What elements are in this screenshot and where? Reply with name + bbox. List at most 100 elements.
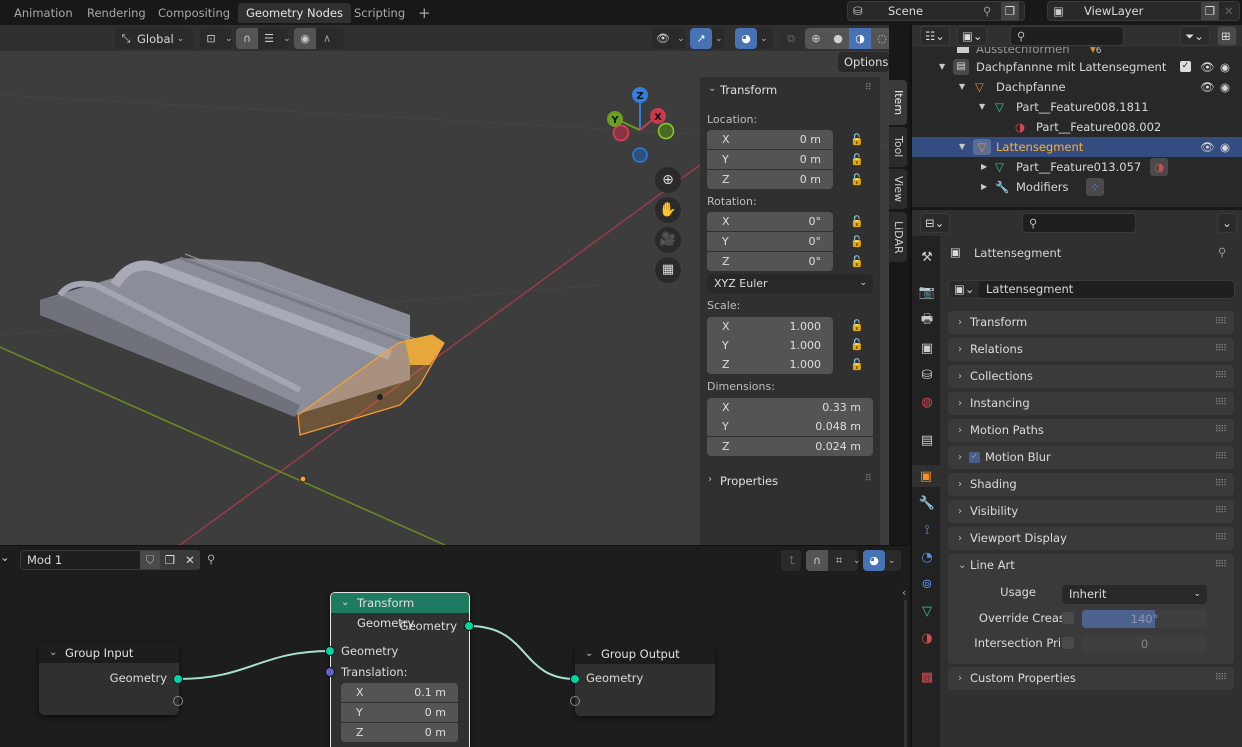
rotation-y-field[interactable]: Y 0° bbox=[707, 232, 833, 251]
panel-instancing[interactable]: › Instancing ⠿⠿ bbox=[948, 392, 1234, 415]
expand-triangle-icon[interactable]: ▶ bbox=[981, 157, 987, 177]
panel-motion-blur[interactable]: › ✓ Motion Blur ⠿⠿ bbox=[948, 446, 1234, 469]
drag-handle-icon[interactable]: ⠿⠿ bbox=[1215, 554, 1227, 577]
panel-custom-properties[interactable]: › Custom Properties ⠿⠿ bbox=[948, 667, 1234, 690]
drag-handle-icon[interactable]: ⠿⠿ bbox=[1215, 446, 1227, 469]
pin-icon[interactable]: ⚲ bbox=[1218, 245, 1226, 259]
camera-render-icon[interactable]: ◉ bbox=[1220, 57, 1230, 77]
node-header[interactable]: ⌄ Group Input bbox=[39, 643, 179, 663]
properties-panel-title[interactable]: Properties bbox=[720, 474, 778, 488]
camera-icon[interactable]: 🎥 bbox=[655, 227, 681, 253]
tab-scripting[interactable]: Scripting bbox=[346, 3, 413, 23]
drag-handle-icon[interactable]: ⠿⠿ bbox=[1215, 338, 1227, 361]
expand-triangle-icon[interactable]: ▼ bbox=[979, 97, 985, 117]
options-dropdown[interactable]: ⌄ bbox=[1217, 213, 1237, 233]
data-tab-icon[interactable]: ▽ bbox=[916, 600, 938, 622]
drag-handle-icon[interactable]: ⠿⠿ bbox=[1215, 419, 1227, 442]
node-group-input[interactable]: ⌄ Group Input Geometry bbox=[39, 643, 183, 715]
motion-blur-checkbox[interactable]: ✓ bbox=[969, 452, 980, 463]
pivot-point-dropdown[interactable]: ⊡ ⌄ bbox=[200, 28, 233, 49]
new-viewlayer-icon[interactable]: ❐ bbox=[1201, 2, 1219, 20]
drag-handle-icon[interactable]: ⠿⠿ bbox=[1215, 392, 1227, 415]
expand-triangle-icon[interactable]: ▼ bbox=[939, 57, 945, 77]
filter-dropdown[interactable]: ⏷⌄ bbox=[1180, 26, 1210, 46]
scene-selector[interactable]: ⛁ Scene ⚲ ❐ bbox=[847, 1, 1025, 21]
object-data-browse-icon[interactable]: ▣⌄ bbox=[949, 281, 979, 298]
area-divider[interactable] bbox=[0, 545, 910, 546]
falloff-icon[interactable]: ∧ bbox=[316, 28, 338, 49]
drag-handle-icon[interactable]: ⠿ bbox=[865, 474, 872, 484]
drag-handle-icon[interactable]: ⠿⠿ bbox=[1215, 311, 1227, 334]
translation-input-socket[interactable] bbox=[325, 667, 335, 677]
object-tab-icon[interactable]: ▣ bbox=[912, 465, 940, 487]
eye-icon[interactable]: 👁 bbox=[1200, 137, 1215, 157]
lock-icon[interactable]: 🔓 bbox=[850, 319, 864, 332]
drag-handle-icon[interactable]: ⠿⠿ bbox=[1215, 667, 1227, 690]
scale-z-field[interactable]: Z 1.000 bbox=[707, 355, 833, 374]
options-button[interactable]: Options bbox=[838, 52, 889, 72]
scale-x-field[interactable]: X 1.000 bbox=[707, 317, 833, 336]
rendered-shading-icon[interactable]: ◌ bbox=[871, 28, 889, 49]
location-x-field[interactable]: X 0 m bbox=[707, 130, 833, 149]
pan-hand-icon[interactable]: ✋ bbox=[655, 197, 681, 223]
dimensions-y-field[interactable]: Y 0.048 m bbox=[707, 417, 873, 436]
lock-icon[interactable]: 🔓 bbox=[850, 153, 864, 166]
new-scene-icon[interactable]: ❐ bbox=[1001, 2, 1019, 20]
material-tab-icon[interactable]: ◑ bbox=[916, 627, 938, 649]
outliner-row-material[interactable]: ◑ Part__Feature008.002 bbox=[912, 117, 1242, 137]
tab-animation[interactable]: Animation bbox=[6, 3, 81, 23]
outliner-row-mesh[interactable]: ▼ ▽ Part__Feature008.1811 bbox=[912, 97, 1242, 117]
location-y-field[interactable]: Y 0 m bbox=[707, 150, 833, 169]
proportional-edit-icon[interactable]: ◉ bbox=[294, 28, 316, 49]
wireframe-shading-icon[interactable]: ⊕ bbox=[805, 28, 827, 49]
filter-scene-dropdown[interactable]: ▣⌄ bbox=[957, 26, 987, 46]
snapping-group[interactable]: ∩ ☰ ⌄ bbox=[236, 28, 291, 49]
expand-triangle-icon[interactable]: ▼ bbox=[959, 137, 965, 157]
sidetab-view[interactable]: View bbox=[889, 169, 907, 209]
translation-x-field[interactable]: X 0.1 m bbox=[341, 683, 458, 702]
properties-search-input[interactable]: ⚲ bbox=[1022, 213, 1136, 233]
expand-triangle-icon[interactable]: ▶ bbox=[981, 177, 987, 197]
area-divider[interactable] bbox=[910, 25, 912, 747]
chevron-down-icon[interactable]: ⌄ bbox=[585, 644, 593, 664]
dimensions-x-field[interactable]: X 0.33 m bbox=[707, 398, 873, 417]
sidetab-tool[interactable]: Tool bbox=[889, 127, 907, 167]
shading-modes[interactable]: ⊕ ● ◑ ◌ bbox=[805, 28, 889, 49]
override-crease-slider[interactable]: 140° bbox=[1082, 610, 1207, 628]
viewlayer-selector[interactable]: ▣ ViewLayer ❐ ✕ bbox=[1047, 1, 1240, 21]
rotation-x-field[interactable]: X 0° bbox=[707, 212, 833, 231]
node-header[interactable]: ⌄ Group Output bbox=[575, 644, 715, 664]
xray-toggle[interactable]: ⧉ bbox=[780, 28, 800, 49]
snap-magnet-icon[interactable]: ∩ bbox=[236, 28, 258, 49]
expand-triangle-icon[interactable]: ▼ bbox=[959, 77, 965, 97]
eye-icon[interactable]: 👁 bbox=[1200, 57, 1215, 77]
display-mode-dropdown[interactable]: ☷⌄ bbox=[920, 26, 950, 46]
zoom-icon[interactable]: ⊕ bbox=[655, 167, 681, 193]
outliner-row-mesh[interactable]: ▶ ▽ Part__Feature013.057 ◑ bbox=[912, 157, 1242, 177]
outliner-search-input[interactable]: ⚲ bbox=[1010, 26, 1124, 46]
drag-handle-icon[interactable]: ⠿⠿ bbox=[1215, 365, 1227, 388]
drag-handle-icon[interactable]: ⠿⠿ bbox=[1215, 527, 1227, 550]
outliner-row-modifiers[interactable]: ▶ 🔧 Modifiers ⁘ bbox=[912, 177, 1242, 197]
particles-tab-icon[interactable]: ⟟ bbox=[916, 519, 938, 541]
tab-compositing[interactable]: Compositing bbox=[150, 3, 238, 23]
drag-handle-icon[interactable]: ⠿ bbox=[865, 83, 872, 93]
remove-viewlayer-icon[interactable]: ✕ bbox=[1224, 2, 1234, 20]
lock-icon[interactable]: 🔓 bbox=[850, 133, 864, 146]
physics-tab-icon[interactable]: ◔ bbox=[916, 546, 938, 568]
sidetab-item[interactable]: Item bbox=[889, 80, 907, 125]
transform-orientation-dropdown[interactable]: ⤡ Global ⌄ bbox=[115, 28, 193, 49]
outliner-row-object[interactable]: ▼ ▽ Dachpfanne 👁 ◉ bbox=[912, 77, 1242, 97]
node-editor[interactable]: ⌄ Mod 1 ⛉ ❐ ✕ ⚲ ⮤ ∩ ⌗ ⌄ ◕ ⌄ ‹ ⌄ Group Input… bbox=[0, 546, 910, 747]
lock-icon[interactable]: 🔓 bbox=[850, 255, 864, 268]
rotation-mode-dropdown[interactable]: XYZ Euler ⌄ bbox=[707, 274, 873, 293]
usage-dropdown[interactable]: Inherit ⌄ bbox=[1062, 585, 1207, 604]
chevron-down-icon[interactable]: ⌄ bbox=[341, 593, 349, 613]
panel-label[interactable]: Line Art bbox=[970, 554, 1015, 577]
empty-socket[interactable] bbox=[570, 696, 580, 706]
dimensions-z-field[interactable]: Z 0.024 m bbox=[707, 437, 873, 456]
panel-relations[interactable]: › Relations ⠿⠿ bbox=[948, 338, 1234, 361]
chevron-down-icon[interactable]: ⌄ bbox=[708, 83, 716, 94]
panel-viewport-display[interactable]: › Viewport Display ⠿⠿ bbox=[948, 527, 1234, 550]
modifiers-tab-icon[interactable]: 🔧 bbox=[916, 492, 938, 514]
